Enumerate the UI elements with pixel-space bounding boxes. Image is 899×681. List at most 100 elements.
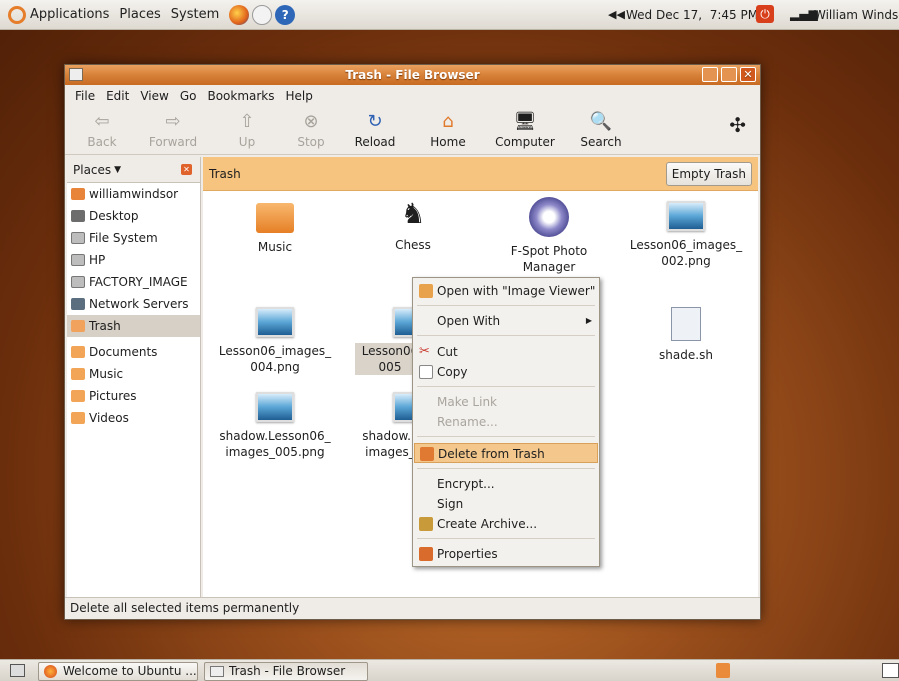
window-title: Trash - File Browser bbox=[345, 68, 480, 82]
file-item[interactable]: Lesson06_images_ 002.png bbox=[616, 197, 756, 269]
computer-button[interactable]: 🖥 Computer bbox=[489, 107, 561, 150]
user-name[interactable]: William Windsor bbox=[814, 8, 899, 22]
sidebar-item-documents[interactable]: Documents bbox=[67, 341, 200, 363]
fspot-icon bbox=[529, 197, 569, 237]
menu-create-archive[interactable]: Create Archive... bbox=[414, 514, 598, 534]
places-dropdown[interactable]: Places bbox=[73, 163, 111, 177]
reload-button[interactable]: ↻ Reload bbox=[343, 107, 407, 150]
menu-make-link[interactable]: Make Link bbox=[414, 392, 598, 412]
back-button[interactable]: ⇦ Back bbox=[73, 107, 131, 150]
sidebar-item-home[interactable]: williamwindsor bbox=[67, 183, 200, 205]
trash-icon bbox=[420, 447, 434, 461]
file-item[interactable]: Lesson06_images_ 004.png bbox=[205, 307, 345, 375]
window-titlebar[interactable]: Trash - File Browser ✕ bbox=[65, 65, 760, 85]
sidebar-item-pictures[interactable]: Pictures bbox=[67, 385, 200, 407]
system-menu[interactable]: System bbox=[171, 7, 219, 22]
file-item[interactable]: shadow.Lesson06_ images_005.png bbox=[205, 392, 345, 460]
menu-sign[interactable]: Sign bbox=[414, 494, 598, 514]
sidebar-item-music[interactable]: Music bbox=[67, 363, 200, 385]
stop-icon: ⊗ bbox=[303, 110, 319, 132]
folder-icon bbox=[71, 346, 85, 358]
minimize-button[interactable] bbox=[702, 67, 718, 82]
menu-copy[interactable]: Copy bbox=[414, 362, 598, 382]
chevron-down-icon[interactable]: ▼ bbox=[114, 165, 121, 175]
menu-properties[interactable]: Properties bbox=[414, 544, 598, 564]
home-folder-icon bbox=[71, 188, 85, 200]
file-item[interactable]: F-Spot Photo Manager bbox=[479, 197, 619, 275]
search-button[interactable]: 🔍 Search bbox=[561, 107, 641, 150]
up-button[interactable]: ⇧ Up bbox=[215, 107, 279, 150]
properties-icon bbox=[419, 547, 433, 561]
stop-button[interactable]: ⊗ Stop bbox=[279, 107, 343, 150]
script-file-icon bbox=[671, 307, 701, 341]
shutdown-icon[interactable]: ⏻ bbox=[756, 5, 774, 23]
submenu-arrow-icon: ▶ bbox=[585, 316, 592, 325]
forward-button[interactable]: ⇨ Forward bbox=[131, 107, 215, 150]
sidebar-item-videos[interactable]: Videos bbox=[67, 407, 200, 429]
places-header: Places ▼ ✕ bbox=[67, 157, 200, 183]
image-viewer-icon bbox=[419, 284, 433, 298]
image-file-icon bbox=[256, 307, 294, 337]
file-item[interactable]: shade.sh bbox=[616, 307, 756, 363]
file-item[interactable]: ♞ Chess bbox=[343, 197, 483, 253]
menu-file[interactable]: File bbox=[75, 89, 95, 103]
home-icon: ⌂ bbox=[442, 110, 454, 132]
status-bar: Delete all selected items permanently bbox=[65, 597, 760, 619]
menu-cut[interactable]: ✂ Cut bbox=[414, 342, 598, 362]
menu-go[interactable]: Go bbox=[180, 89, 197, 103]
sidebar-item-factory-image[interactable]: FACTORY_IMAGE bbox=[67, 271, 200, 293]
menu-rename[interactable]: Rename... bbox=[414, 412, 598, 432]
firefox-icon[interactable] bbox=[229, 4, 250, 25]
drive-icon bbox=[71, 276, 85, 288]
file-item[interactable]: Music bbox=[205, 197, 345, 255]
places-menu[interactable]: Places bbox=[119, 7, 160, 22]
empty-trash-button[interactable]: Empty Trash bbox=[665, 162, 752, 186]
clock[interactable]: Wed Dec 17, 7:45 PM bbox=[626, 8, 758, 22]
show-desktop-icon[interactable] bbox=[10, 664, 25, 677]
computer-icon: 🖥 bbox=[513, 110, 537, 132]
bottom-panel: Welcome to Ubuntu ... Trash - File Brows… bbox=[0, 659, 899, 681]
close-button[interactable]: ✕ bbox=[740, 67, 756, 82]
applications-menu[interactable]: Applications bbox=[30, 7, 109, 22]
drive-icon bbox=[71, 254, 85, 266]
workspace-switcher[interactable] bbox=[882, 663, 899, 678]
volume-icon[interactable]: ◀◀ bbox=[608, 8, 625, 21]
throbber-foot-icon: ✣ bbox=[729, 113, 746, 137]
menu-help[interactable]: Help bbox=[286, 89, 313, 103]
menu-open-with-image-viewer[interactable]: Open with "Image Viewer" bbox=[414, 281, 598, 301]
maximize-button[interactable] bbox=[721, 67, 737, 82]
mail-icon[interactable] bbox=[252, 4, 273, 25]
menu-bookmarks[interactable]: Bookmarks bbox=[207, 89, 274, 103]
copy-icon bbox=[419, 365, 433, 379]
sidebar-item-filesystem[interactable]: File System bbox=[67, 227, 200, 249]
places-sidebar: Places ▼ ✕ williamwindsor Desktop File S… bbox=[67, 157, 201, 597]
taskbar-item-firefox[interactable]: Welcome to Ubuntu ... bbox=[38, 662, 198, 681]
trash-icon bbox=[71, 320, 85, 332]
location-bar: Trash Empty Trash bbox=[203, 157, 758, 191]
menu-edit[interactable]: Edit bbox=[106, 89, 129, 103]
menu-encrypt[interactable]: Encrypt... bbox=[414, 474, 598, 494]
context-menu: Open with "Image Viewer" Open With ▶ ✂ Cut… bbox=[412, 277, 600, 567]
image-file-icon bbox=[667, 201, 705, 231]
sidebar-item-trash[interactable]: Trash bbox=[67, 315, 200, 337]
archive-icon bbox=[419, 517, 433, 531]
sidebar-item-network[interactable]: Network Servers bbox=[67, 293, 200, 315]
network-servers-icon bbox=[71, 298, 85, 310]
close-sidebar-icon[interactable]: ✕ bbox=[181, 164, 192, 175]
trash-applet-icon[interactable] bbox=[716, 663, 730, 678]
home-button[interactable]: ⌂ Home bbox=[407, 107, 489, 150]
menu-view[interactable]: View bbox=[140, 89, 168, 103]
menu-separator bbox=[417, 538, 595, 539]
up-arrow-icon: ⇧ bbox=[239, 110, 255, 132]
chess-icon: ♞ bbox=[400, 197, 426, 230]
taskbar-item-file-browser[interactable]: Trash - File Browser bbox=[204, 662, 368, 681]
menu-open-with[interactable]: Open With ▶ bbox=[414, 311, 598, 331]
menu-delete-from-trash[interactable]: Delete from Trash bbox=[414, 443, 598, 463]
sidebar-item-hp[interactable]: HP bbox=[67, 249, 200, 271]
back-arrow-icon: ⇦ bbox=[94, 110, 110, 132]
window-menu-icon[interactable] bbox=[69, 68, 83, 81]
ubuntu-logo-icon[interactable] bbox=[8, 5, 26, 24]
sidebar-item-desktop[interactable]: Desktop bbox=[67, 205, 200, 227]
search-icon: 🔍 bbox=[589, 110, 613, 132]
help-icon[interactable]: ? bbox=[275, 4, 296, 25]
